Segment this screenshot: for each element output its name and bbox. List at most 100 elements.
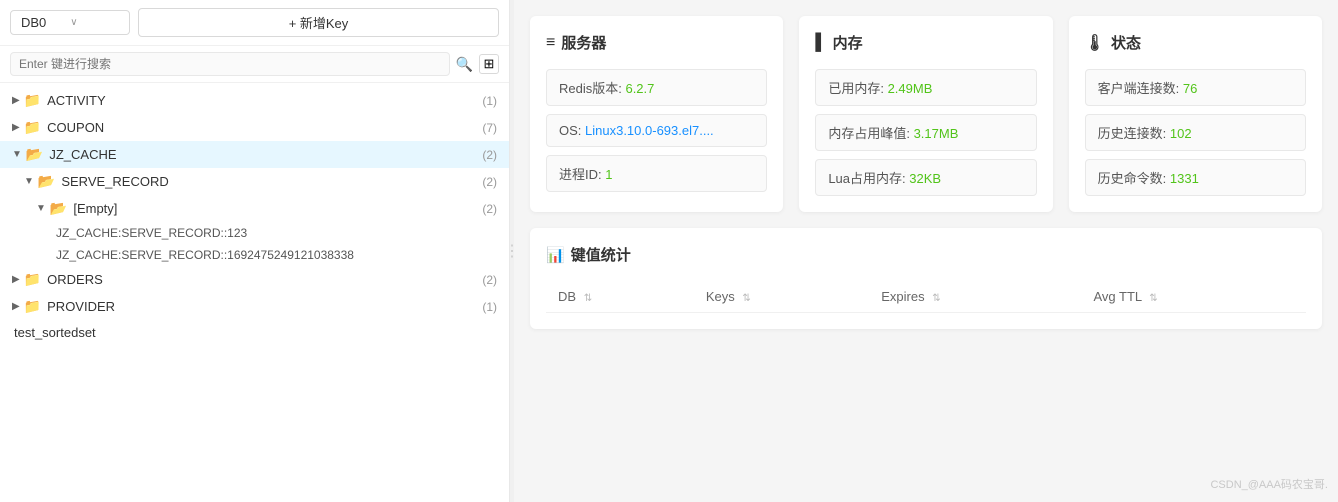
peak-memory-value: 3.17MB [914,126,959,141]
folder-open-icon: 📂 [38,173,55,190]
tree-item-count: (2) [482,175,497,189]
col-avg-ttl[interactable]: Avg TTL ⇅ [1081,281,1306,313]
lua-memory-row: Lua占用内存: 32KB [815,159,1036,196]
history-commands-row: 历史命令数: 1331 [1085,159,1306,196]
tree-item-count: (1) [482,94,497,108]
tree-item-label: COUPON [47,120,104,135]
sort-icon: ⇅ [932,293,940,304]
folder-icon: 📁 [24,271,41,288]
status-icon: 🌡 [1085,33,1105,53]
tree-key-item-2[interactable]: JZ_CACHE:SERVE_RECORD::16924752491210383… [0,244,509,266]
chevron-right-icon: ▶ [12,301,20,312]
search-bar: 🔍 ⊞ [0,46,509,83]
stats-table: DB ⇅ Keys ⇅ Expires ⇅ Avg TTL ⇅ [546,281,1306,313]
watermark: CSDN_@AAA码农宝哥. [1210,476,1328,492]
tree-item-label: ORDERS [47,272,103,287]
os-label: OS: [559,123,585,138]
db-select[interactable]: DB0 ∨ [10,10,130,35]
tree-item-label: SERVE_RECORD [61,174,168,189]
stats-title: 📊 键值统计 [546,244,1306,265]
chevron-right-icon: ▶ [12,95,20,106]
tree-item-jz-cache[interactable]: ▼ 📂 JZ_CACHE (2) [0,141,509,168]
tree-item-label: ACTIVITY [47,93,106,108]
memory-card: ▌ 内存 已用内存: 2.49MB 内存占用峰值: 3.17MB Lua占用内存… [799,16,1052,212]
client-connections-row: 客户端连接数: 76 [1085,69,1306,106]
col-keys[interactable]: Keys ⇅ [694,281,869,313]
add-key-button[interactable]: + 新增Key [138,8,499,37]
tree-item-test-sortedset[interactable]: test_sortedset [0,320,509,345]
history-commands-value: 1331 [1170,171,1199,186]
tree-item-coupon[interactable]: ▶ 📁 COUPON (7) [0,114,509,141]
tree-list: ▶ 📁 ACTIVITY (1) ▶ 📁 COUPON (7) ▼ 📂 JZ_C… [0,83,509,502]
used-memory-row: 已用内存: 2.49MB [815,69,1036,106]
folder-icon: 📁 [24,92,41,109]
tree-item-count: (7) [482,121,497,135]
lua-memory-label: Lua占用内存: [828,171,909,186]
sidebar-header: DB0 ∨ + 新增Key [0,0,509,46]
chevron-right-icon: ▶ [12,122,20,133]
tree-item-serve-record[interactable]: ▼ 📂 SERVE_RECORD (2) [0,168,509,195]
sidebar: DB0 ∨ + 新增Key 🔍 ⊞ ▶ 📁 ACTIVITY (1) ▶ 📁 C… [0,0,510,502]
tree-item-count: (1) [482,300,497,314]
process-id-row: 进程ID: 1 [546,155,767,192]
key-label: test_sortedset [14,325,96,340]
memory-card-title: ▌ 内存 [815,32,1036,53]
server-icon: ≡ [546,34,555,52]
sort-icon: ⇅ [1149,293,1157,304]
tree-item-count: (2) [482,202,497,216]
grid-view-button[interactable]: ⊞ [479,54,499,74]
main-content: ≡ 服务器 Redis版本: 6.2.7 OS: Linux3.10.0-693… [514,0,1338,502]
chevron-down-icon: ▼ [24,176,34,187]
folder-icon: 📁 [24,298,41,315]
client-connections-value: 76 [1183,81,1197,96]
redis-version-value: 6.2.7 [625,81,654,96]
used-memory-value: 2.49MB [888,81,933,96]
used-memory-label: 已用内存: [828,81,887,96]
lua-memory-value: 32KB [909,171,941,186]
col-expires[interactable]: Expires ⇅ [869,281,1081,313]
redis-version-label: Redis版本: [559,81,625,96]
peak-memory-row: 内存占用峰值: 3.17MB [815,114,1036,151]
col-db[interactable]: DB ⇅ [546,281,694,313]
server-card-title: ≡ 服务器 [546,32,767,53]
process-id-value: 1 [605,167,612,182]
os-row: OS: Linux3.10.0-693.el7.... [546,114,767,147]
os-value: Linux3.10.0-693.el7.... [585,123,714,138]
history-commands-label: 历史命令数: [1098,171,1170,186]
key-label: JZ_CACHE:SERVE_RECORD::123 [56,226,247,240]
tree-item-provider[interactable]: ▶ 📁 PROVIDER (1) [0,293,509,320]
sort-icon: ⇅ [742,293,750,304]
db-select-label: DB0 [21,15,46,30]
sort-icon: ⇅ [584,293,592,304]
history-connections-value: 102 [1170,126,1192,141]
tree-item-label: JZ_CACHE [49,147,116,162]
tree-item-count: (2) [482,273,497,287]
info-cards-row: ≡ 服务器 Redis版本: 6.2.7 OS: Linux3.10.0-693… [530,16,1322,212]
history-connections-row: 历史连接数: 102 [1085,114,1306,151]
tree-item-label: [Empty] [73,201,117,216]
server-card: ≡ 服务器 Redis版本: 6.2.7 OS: Linux3.10.0-693… [530,16,783,212]
stats-icon: 📊 [546,246,565,264]
search-icon[interactable]: 🔍 [456,56,473,73]
tree-item-empty[interactable]: ▼ 📂 [Empty] (2) [0,195,509,222]
chevron-right-icon: ▶ [12,274,20,285]
search-input[interactable] [10,52,450,76]
key-label: JZ_CACHE:SERVE_RECORD::16924752491210383… [56,248,354,262]
tree-item-count: (2) [482,148,497,162]
folder-open-icon: 📂 [26,146,43,163]
tree-item-orders[interactable]: ▶ 📁 ORDERS (2) [0,266,509,293]
chevron-down-icon: ▼ [36,203,46,214]
stats-section: 📊 键值统计 DB ⇅ Keys ⇅ Expires ⇅ [530,228,1322,329]
memory-icon: ▌ [815,34,826,52]
history-connections-label: 历史连接数: [1098,126,1170,141]
process-id-label: 进程ID: [559,167,605,182]
redis-version-row: Redis版本: 6.2.7 [546,69,767,106]
tree-item-activity[interactable]: ▶ 📁 ACTIVITY (1) [0,87,509,114]
tree-key-item-1[interactable]: JZ_CACHE:SERVE_RECORD::123 [0,222,509,244]
chevron-down-icon: ∨ [70,17,77,28]
chevron-down-icon: ▼ [12,149,22,160]
status-card-title: 🌡 状态 [1085,32,1306,53]
folder-icon: 📁 [24,119,41,136]
status-card: 🌡 状态 客户端连接数: 76 历史连接数: 102 历史命令数: 1331 [1069,16,1322,212]
client-connections-label: 客户端连接数: [1098,81,1183,96]
